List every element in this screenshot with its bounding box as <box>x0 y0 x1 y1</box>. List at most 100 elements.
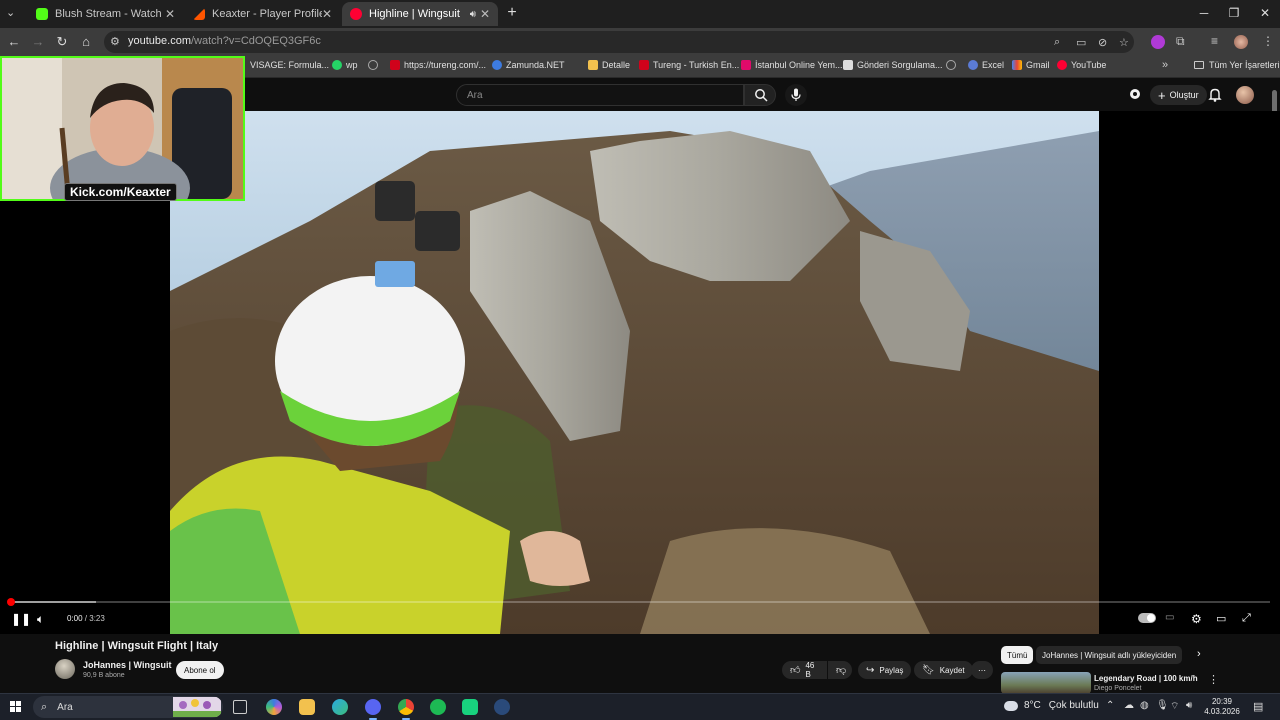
cloud-sync-icon[interactable]: ☁ <box>1124 700 1134 711</box>
bookmark-detalle[interactable]: Detalle <box>588 60 630 70</box>
video-frame[interactable] <box>170 111 1099 634</box>
tab-faceit-profile[interactable]: Keaxter - Player Profile - FACEIT ✕ <box>185 2 340 26</box>
more-vertical-icon[interactable]: ⋮ <box>1208 673 1219 686</box>
network-icon[interactable]: ⌔ <box>1170 700 1179 713</box>
tray-expand-icon[interactable]: ⌃ <box>1106 700 1114 711</box>
bookmark-label: Detalle <box>602 60 631 70</box>
maximize-icon[interactable]: ❐ <box>1227 6 1241 20</box>
close-tab-icon[interactable]: ✕ <box>165 7 175 21</box>
close-tab-icon[interactable]: ✕ <box>322 7 332 21</box>
bookmark-gonderi[interactable]: Gönderi Sorgulama... <box>843 60 943 70</box>
audio-playing-icon[interactable]: 🔊︎ <box>470 9 476 20</box>
bookmark-youtube[interactable]: YouTube <box>1057 60 1106 70</box>
address-bar[interactable]: ⚙ youtube.com/watch?v=CdOQEQ3GF6c ⌕ ▭ ⊘ … <box>104 31 1134 53</box>
bookmark-tureng-url[interactable]: https://tureng.com/... <box>390 60 486 70</box>
progress-scrubber[interactable] <box>7 598 15 606</box>
like-button[interactable]: 👍︎ 46 B <box>782 661 827 679</box>
weather-widget[interactable]: 8°C Çok bulutlu <box>1004 700 1099 711</box>
site-info-icon[interactable]: ⚙ <box>110 35 120 48</box>
subscribe-button[interactable]: Abone ol <box>176 661 224 679</box>
search-button[interactable] <box>744 84 776 106</box>
autoplay-toggle[interactable] <box>1138 613 1156 623</box>
bookmark-excel[interactable]: Excel <box>968 60 1004 70</box>
hide-icon[interactable]: ⊘ <box>1098 36 1107 49</box>
spotify-icon[interactable] <box>430 699 446 715</box>
bookmark-istanbul-online[interactable]: İstanbul Online Yem... <box>741 60 843 70</box>
bookmark-globe-2[interactable] <box>946 60 960 70</box>
close-tab-icon[interactable]: ✕ <box>480 7 490 21</box>
minimize-icon[interactable]: ─ <box>1197 6 1211 20</box>
notification-center-icon[interactable]: ▤ <box>1253 700 1263 713</box>
windows-start-icon[interactable] <box>10 701 22 713</box>
profile-avatar[interactable] <box>1234 35 1248 49</box>
speaker-icon[interactable]: 🔊︎ <box>1186 700 1192 711</box>
subtitles-icon[interactable]: ▭ <box>1165 612 1174 623</box>
time-display: 0:00 / 3:23 <box>67 614 105 623</box>
pause-icon[interactable]: ❚❚ <box>11 612 31 626</box>
game-launcher-icon[interactable] <box>462 699 478 715</box>
account-avatar[interactable] <box>1236 86 1254 104</box>
progress-track[interactable] <box>10 601 1270 603</box>
file-explorer-icon[interactable] <box>299 699 315 715</box>
home-icon[interactable]: ⌂ <box>78 34 94 49</box>
fullscreen-icon[interactable]: ⤢ <box>1242 612 1251 625</box>
chevron-right-icon[interactable]: › <box>1197 648 1201 660</box>
chip-from-uploader[interactable]: JoHannes | Wingsuit adlı yükleyiciden <box>1036 646 1183 664</box>
voice-search-button[interactable] <box>785 84 807 106</box>
edge-icon[interactable] <box>332 699 348 715</box>
search-icon[interactable]: ⌕ <box>1054 36 1060 49</box>
search-box[interactable] <box>456 84 744 106</box>
microphone-tray-icon[interactable]: 🎙︎ <box>1156 700 1169 711</box>
bookmark-star-icon[interactable]: ☆ <box>1119 36 1129 49</box>
dislike-button[interactable]: 👎︎ <box>828 661 852 679</box>
create-button[interactable]: + Oluştur <box>1150 85 1207 105</box>
studio-icon[interactable] <box>1128 87 1142 101</box>
security-icon[interactable]: ◍ <box>1140 700 1149 711</box>
extensions-puzzle-icon[interactable]: ⧉ <box>1176 34 1185 49</box>
bookmark-gmail[interactable]: Gmail <box>1012 60 1050 70</box>
close-window-icon[interactable]: ✕ <box>1258 6 1272 20</box>
all-bookmarks-folder[interactable]: Tüm Yer İşaretleri <box>1194 60 1280 70</box>
tab-blush-stream[interactable]: Blush Stream - Watch Live on K ✕ <box>28 2 183 26</box>
bookmark-tureng[interactable]: Tureng - Turkish En... <box>639 60 739 70</box>
taskbar-search[interactable]: ⌕ Ara <box>33 696 223 718</box>
extension-icon[interactable] <box>1151 35 1165 49</box>
forward-icon[interactable]: → <box>30 34 46 49</box>
channel-name[interactable]: JoHannes | Wingsuit <box>83 660 171 670</box>
task-view-icon[interactable] <box>233 700 247 714</box>
more-bookmarks-icon[interactable]: » <box>1162 59 1168 71</box>
discord-icon[interactable] <box>365 699 381 720</box>
save-button[interactable]: 🔖︎ Kaydet <box>914 661 973 679</box>
settings-gear-icon[interactable]: ⚙ <box>1191 612 1202 626</box>
theater-mode-icon[interactable]: ▭ <box>1216 612 1226 625</box>
more-actions-button[interactable]: ⋯ <box>971 661 993 679</box>
steam-icon[interactable] <box>494 699 510 715</box>
chip-all[interactable]: Tümü <box>1001 646 1034 664</box>
bookmark-globe[interactable] <box>368 60 382 70</box>
tab-search-icon[interactable]: ⌄ <box>6 6 15 19</box>
tulips-decoration-icon <box>173 697 221 717</box>
new-tab-button[interactable]: + <box>504 4 520 22</box>
bookmark-visage[interactable]: VISAGE: Formula... <box>250 60 329 70</box>
reading-list-icon[interactable]: ≡ <box>1211 34 1218 48</box>
recommended-title[interactable]: Legendary Road | 100 km/h <box>1094 674 1198 683</box>
bookmark-icon: 🔖︎ <box>922 664 935 676</box>
reload-icon[interactable]: ↻ <box>54 34 70 50</box>
recommended-thumbnail[interactable] <box>1001 672 1091 694</box>
chrome-icon[interactable] <box>398 699 414 720</box>
cast-icon[interactable]: ▭ <box>1076 36 1086 49</box>
bookmark-zamunda[interactable]: Zamunda.NET <box>492 60 565 70</box>
share-button[interactable]: ↪ Paylaş <box>858 661 912 679</box>
progress-buffered <box>10 601 96 603</box>
copilot-icon[interactable] <box>266 699 282 715</box>
search-input[interactable] <box>467 85 737 106</box>
browser-menu-icon[interactable]: ⋮ <box>1262 34 1274 48</box>
tab-youtube-video[interactable]: Highline | Wingsuit Flight | 🔊︎ ✕ <box>342 2 498 26</box>
volume-icon[interactable]: 🔈︎ <box>37 612 44 627</box>
system-clock[interactable]: 20:39 4.03.2026 <box>1200 697 1244 717</box>
channel-avatar[interactable] <box>55 659 75 679</box>
notifications-bell-icon[interactable] <box>1208 87 1222 102</box>
bookmark-wp[interactable]: wp <box>332 60 358 70</box>
back-icon[interactable]: ← <box>6 34 22 49</box>
bookmark-label: Zamunda.NET <box>506 60 565 70</box>
